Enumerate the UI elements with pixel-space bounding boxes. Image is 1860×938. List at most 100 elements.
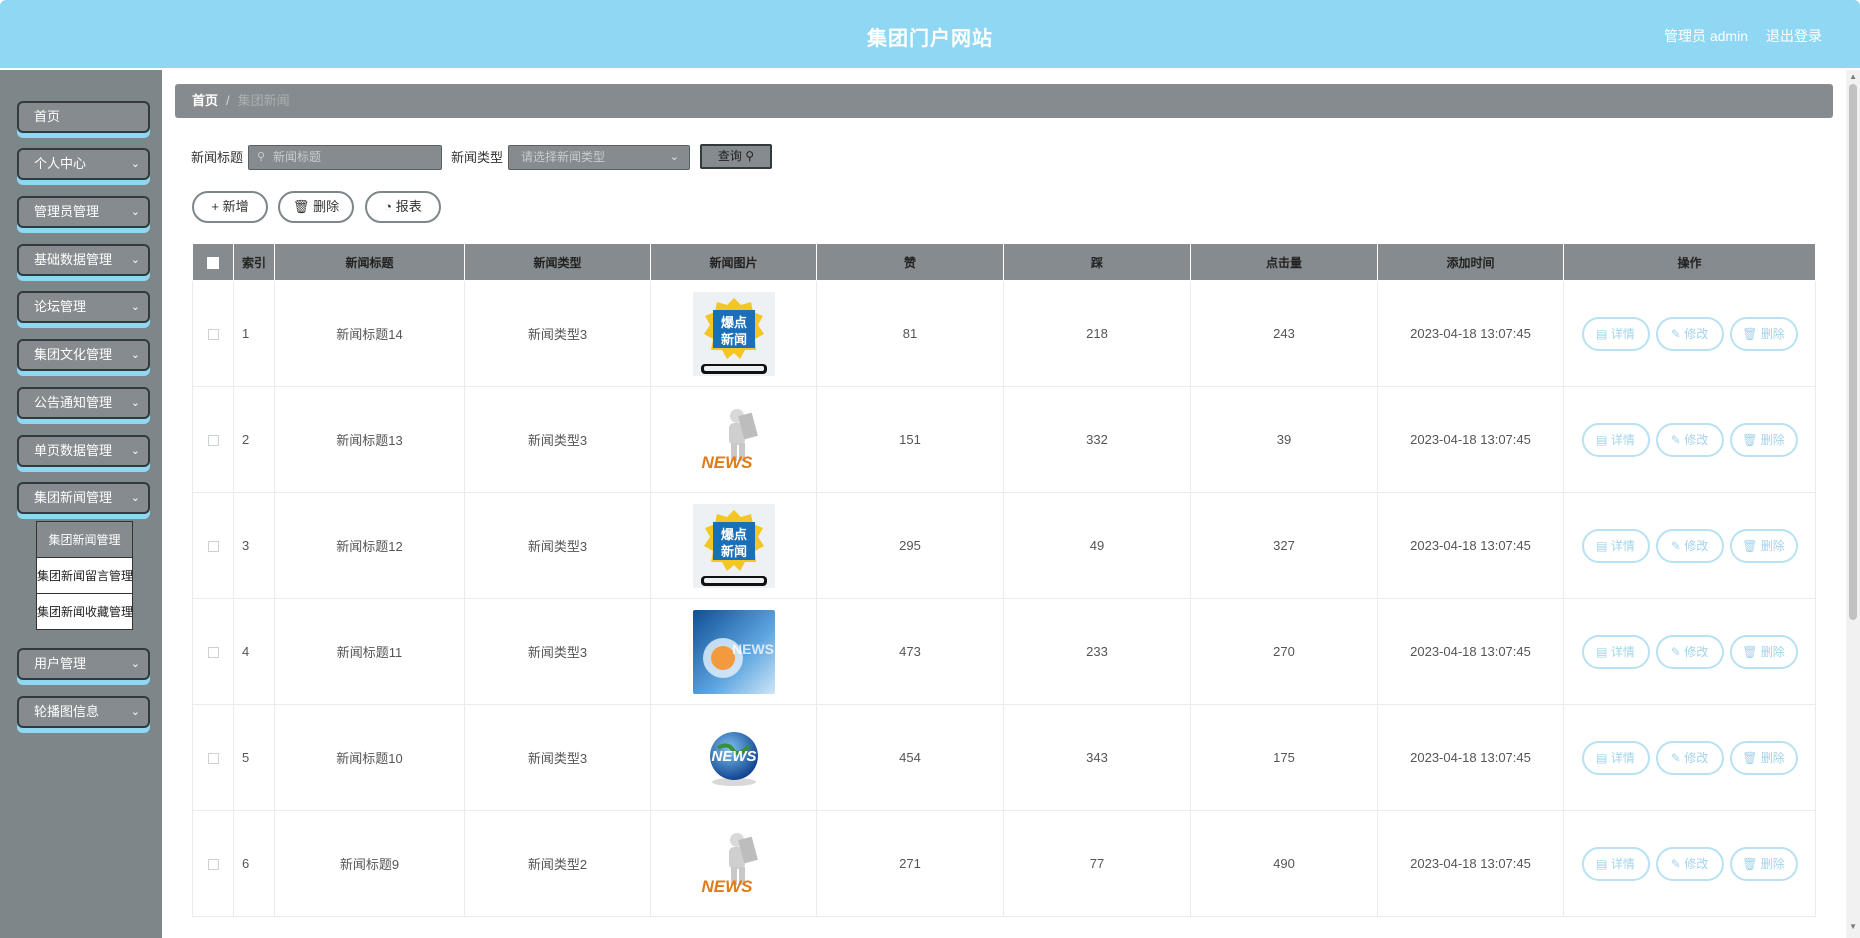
trash-icon: 🗑 (1742, 432, 1758, 447)
query-button[interactable]: 查询 ⚲ (700, 144, 772, 169)
edit-button[interactable]: ✎ 修改 (1655, 422, 1724, 457)
delete-button[interactable]: 🗑 删除 (1729, 634, 1798, 669)
chevron-down-icon: ⌄ (130, 658, 140, 670)
scroll-up-arrow-icon[interactable]: ▲ (1849, 72, 1857, 81)
sidebar-item-forum[interactable]: 论坛管理 ⌄ (17, 291, 150, 323)
row-time: 2023-04-18 13:07:45 (1377, 810, 1564, 917)
detail-button[interactable]: ▤ 详情 (1581, 846, 1650, 881)
table-row: 6 新闻标题9 新闻类型2 NEWS 271 77 490 2023-04-18 13:07:… (192, 810, 1816, 917)
row-dislikes: 343 (1003, 704, 1191, 811)
row-select-cell[interactable] (192, 810, 234, 917)
sidebar-item-carousel[interactable]: 轮播图信息 ⌄ (17, 696, 150, 728)
news-word: NEWS (701, 453, 753, 472)
delete-button-label: 删除 (313, 199, 340, 214)
pencil-icon: ✎ (1670, 538, 1681, 553)
row-checkbox[interactable] (207, 859, 219, 871)
delete-button[interactable]: 🗑 删除 (1729, 528, 1798, 563)
detail-button[interactable]: ▤ 详情 (1581, 740, 1650, 775)
burst-news-image: 爆点 新闻 (692, 291, 775, 376)
sidebar-item-single-page[interactable]: 单页数据管理 ⌄ (17, 435, 150, 467)
row-likes: 454 (816, 704, 1004, 811)
title-search-input[interactable]: ⚲ 新闻标题 (248, 145, 442, 170)
row-title: 新闻标题10 (274, 704, 465, 811)
row-likes: 151 (816, 386, 1004, 493)
sidebar-item-personal-center[interactable]: 个人中心 ⌄ (17, 148, 150, 180)
detail-button[interactable]: ▤ 详情 (1581, 422, 1650, 457)
table-row: 5 新闻标题10 新闻类型3 NEWS 454 343 175 2023-04-18 13:0… (192, 704, 1816, 811)
detail-label: 详情 (1610, 432, 1635, 447)
edit-button[interactable]: ✎ 修改 (1655, 634, 1724, 669)
sidebar-item-label: 首页 (34, 109, 61, 124)
sidebar-item-culture[interactable]: 集团文化管理 ⌄ (17, 339, 150, 371)
add-button-label: 新增 (222, 199, 249, 214)
sidebar-item-basic-data[interactable]: 基础数据管理 ⌄ (17, 244, 150, 276)
chevron-down-icon: ⌄ (130, 397, 140, 409)
scroll-down-arrow-icon[interactable]: ▼ (1849, 922, 1857, 931)
row-type: 新闻类型3 (464, 386, 651, 493)
news-word: NEWS (701, 877, 753, 896)
table-body: 1 新闻标题14 新闻类型3 爆点 新闻 81 218 243 2023-04-18 13:07… (192, 280, 1816, 917)
sidebar-item-label: 用户管理 (34, 656, 87, 671)
edit-button[interactable]: ✎ 修改 (1655, 740, 1724, 775)
delete-button[interactable]: 🗑 删除 (1729, 422, 1798, 457)
sidebar-item-users[interactable]: 用户管理 ⌄ (17, 648, 150, 680)
row-checkbox[interactable] (207, 647, 219, 659)
delete-button[interactable]: 🗑 删除 (1729, 740, 1798, 775)
sidebar-item-admin[interactable]: 管理员管理 ⌄ (17, 196, 150, 228)
table-row: 4 新闻标题11 新闻类型3 NEWS 473 233 270 2023-04-18 13:0… (192, 598, 1816, 705)
sidebar-item-label: 管理员管理 (34, 204, 100, 219)
submenu-item-news-favorites[interactable]: 集团新闻收藏管理 (37, 594, 133, 630)
submenu-item-news[interactable]: 集团新闻管理 (37, 522, 132, 558)
col-likes: 赞 (816, 243, 1004, 281)
logout-link[interactable]: 退出登录 (1766, 26, 1822, 46)
row-likes: 271 (816, 810, 1004, 917)
select-all-checkbox[interactable] (207, 256, 219, 269)
edit-button[interactable]: ✎ 修改 (1655, 316, 1724, 351)
delete-button[interactable]: 🗑 删除 (1729, 316, 1798, 351)
sidebar-item-news[interactable]: 集团新闻管理 ⌄ (17, 482, 150, 514)
add-button[interactable]: + 新增 (192, 191, 268, 223)
site-title: 集团门户网站 (867, 28, 993, 50)
select-all-header[interactable] (192, 243, 234, 281)
row-clicks: 327 (1190, 492, 1378, 599)
report-button[interactable]: ◔ 报表 (365, 191, 441, 223)
trash-icon: 🗑 (1742, 644, 1758, 659)
row-select-cell[interactable] (192, 386, 234, 493)
edit-label: 修改 (1684, 644, 1709, 659)
breadcrumb-separator: / (226, 93, 230, 108)
row-select-cell[interactable] (192, 598, 234, 705)
row-clicks: 39 (1190, 386, 1378, 493)
sidebar-item-home[interactable]: 首页 (17, 101, 150, 133)
row-time: 2023-04-18 13:07:45 (1377, 492, 1564, 599)
sidebar-item-label: 轮播图信息 (34, 704, 100, 719)
row-actions: ▤ 详情 ✎ 修改 🗑 删除 (1563, 598, 1816, 705)
row-select-cell[interactable] (192, 704, 234, 811)
row-checkbox[interactable] (207, 753, 219, 765)
delete-button[interactable]: 🗑 删除 (1729, 846, 1798, 881)
detail-button[interactable]: ▤ 详情 (1581, 316, 1650, 351)
breadcrumb-home[interactable]: 首页 (192, 93, 218, 108)
detail-button[interactable]: ▤ 详情 (1581, 528, 1650, 563)
sidebar-item-notice[interactable]: 公告通知管理 ⌄ (17, 387, 150, 419)
sidebar-item-label: 论坛管理 (34, 299, 87, 314)
row-select-cell[interactable] (192, 280, 234, 387)
row-index: 4 (233, 598, 275, 705)
sidebar-item-label: 单页数据管理 (34, 443, 113, 458)
globe-news-image: NEWS (692, 715, 775, 800)
edit-button[interactable]: ✎ 修改 (1655, 528, 1724, 563)
row-checkbox[interactable] (207, 435, 219, 447)
trash-icon: 🗑 (1742, 326, 1758, 341)
row-image: NEWS (650, 810, 817, 917)
row-time: 2023-04-18 13:07:45 (1377, 704, 1564, 811)
row-checkbox[interactable] (207, 329, 219, 341)
detail-label: 详情 (1610, 644, 1635, 659)
edit-button[interactable]: ✎ 修改 (1655, 846, 1724, 881)
row-select-cell[interactable] (192, 492, 234, 599)
submenu-item-news-comments[interactable]: 集团新闻留言管理 (37, 558, 133, 594)
type-select[interactable]: 请选择新闻类型 ⌄ (508, 145, 690, 170)
table-row: 1 新闻标题14 新闻类型3 爆点 新闻 81 218 243 2023-04-18 13:07… (192, 280, 1816, 387)
row-checkbox[interactable] (207, 541, 219, 553)
scrollbar-thumb[interactable] (1849, 84, 1857, 620)
detail-button[interactable]: ▤ 详情 (1581, 634, 1650, 669)
batch-delete-button[interactable]: 🗑 删除 (278, 191, 354, 223)
